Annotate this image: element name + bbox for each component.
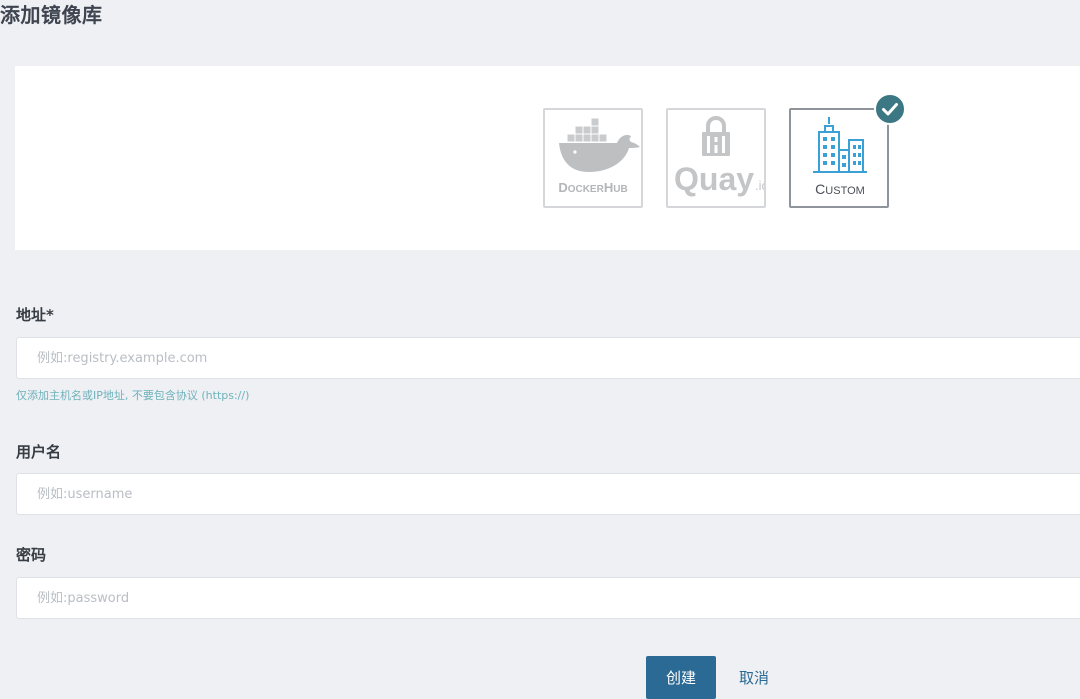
registry-option-dockerhub[interactable]: DOCKERHUB bbox=[543, 108, 643, 208]
cancel-button[interactable]: 取消 bbox=[726, 656, 782, 699]
registry-option-custom[interactable]: CUSTOM bbox=[789, 108, 889, 208]
registry-option-quay-label: Quay.io bbox=[674, 161, 764, 197]
password-label: 密码 bbox=[16, 546, 47, 564]
registry-option-quay[interactable]: Quay.io bbox=[666, 108, 766, 208]
buildings-icon: CUSTOM bbox=[813, 117, 867, 197]
username-label: 用户名 bbox=[16, 443, 62, 461]
quay-lock-icon: Quay.io bbox=[674, 115, 764, 197]
page-title: 添加镜像库 bbox=[0, 3, 103, 27]
docker-whale-icon: DOCKERHUB bbox=[558, 117, 640, 195]
selected-check-icon bbox=[874, 93, 906, 125]
registry-selector-panel: DOCKERHUB Quay.io bbox=[15, 66, 1080, 250]
address-hint: 仅添加主机名或IP地址, 不要包含协议 (https://) bbox=[16, 389, 250, 402]
registry-option-dockerhub-label: DOCKERHUB bbox=[558, 180, 627, 195]
username-input[interactable] bbox=[16, 473, 1080, 515]
address-label: 地址* bbox=[16, 306, 54, 324]
password-input[interactable] bbox=[16, 577, 1080, 619]
address-input[interactable] bbox=[16, 337, 1080, 379]
registry-option-custom-label: CUSTOM bbox=[815, 181, 865, 197]
create-button[interactable]: 创建 bbox=[646, 656, 716, 699]
